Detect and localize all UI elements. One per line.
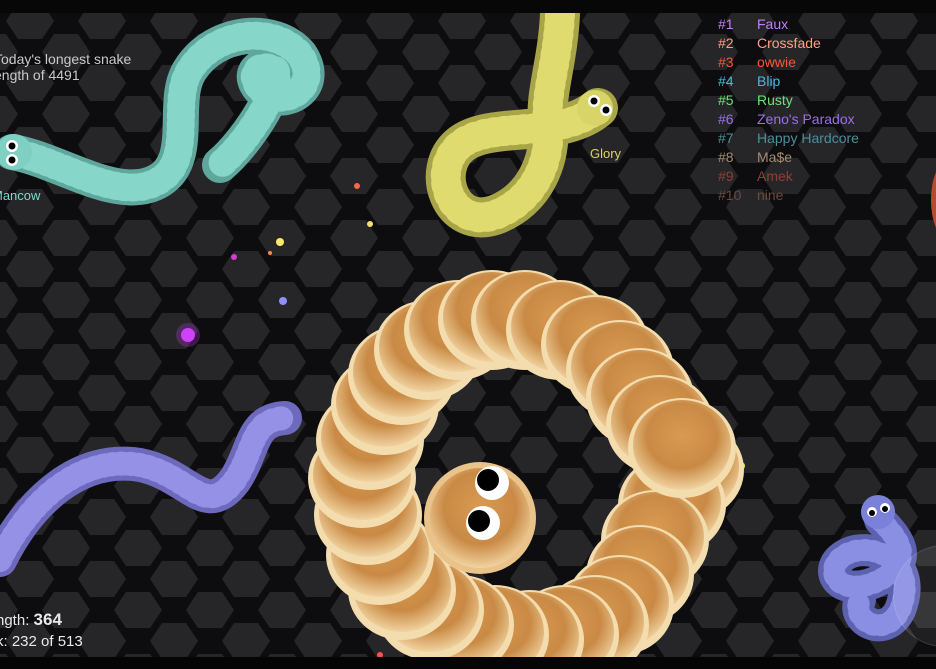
nickname-mancow: Mancow: [0, 188, 41, 203]
food-orb: [276, 238, 284, 246]
leaderboard-row: #6 Zeno's Paradox: [718, 110, 859, 129]
leaderboard-rank: #4: [718, 73, 734, 89]
leaderboard-row: #2 Crossfade: [718, 34, 859, 53]
leaderboard-row: #10 nine: [718, 186, 859, 205]
leaderboard-rank: #6: [718, 111, 734, 127]
leaderboard-rank: #7: [718, 130, 734, 146]
game-viewport[interactable]: Today's longest snake ength of 4491 #1 Fa…: [0, 0, 936, 669]
rank-label: k:: [0, 633, 8, 650]
leaderboard-player-name: nine: [757, 187, 784, 203]
leaderboard-player-name: Amek: [757, 168, 793, 184]
leaderboard-rank: #10: [718, 187, 742, 203]
leaderboard-rank: #3: [718, 54, 734, 70]
leaderboard-player-name: Faux: [757, 16, 789, 32]
longest-snake-line-1: Today's longest snake: [0, 51, 132, 67]
length-value: 364: [33, 610, 62, 629]
leaderboard-rank: #2: [718, 35, 734, 51]
snake-head: [861, 495, 895, 529]
leaderboard-row: #3 owwie: [718, 53, 859, 72]
food-orb: [231, 254, 237, 260]
bottom-edge: [0, 657, 936, 669]
leaderboard-player-name: Happy Hardcore: [757, 130, 859, 146]
leaderboard-player-name: Crossfade: [757, 35, 821, 51]
leaderboard-row: #5 Rusty: [718, 91, 859, 110]
longest-snake-notice: Today's longest snake ength of 4491: [0, 51, 131, 83]
food-orb: [279, 297, 287, 305]
leaderboard-row: #8 Ma$e: [718, 148, 859, 167]
leaderboard-rank: #1: [718, 16, 734, 32]
food-orb: [354, 183, 360, 189]
leaderboard-row: #4 Blip: [718, 72, 859, 91]
leaderboard-player-name: Rusty: [757, 92, 793, 108]
food-orb-glow: [176, 323, 200, 347]
rank-value: 232 of 513: [11, 633, 83, 650]
leaderboard-player-name: Blip: [757, 73, 781, 89]
pancake-segment: [628, 398, 736, 498]
leaderboard-rank: #5: [718, 92, 734, 108]
leaderboard: #1 Faux #2 Crossfade #3 owwie #4 Blip #5 Rusty #6 Z…: [718, 15, 859, 205]
food-orb: [367, 221, 373, 227]
player-stats: ngth: 364 k: 232 of 513: [0, 609, 83, 652]
leaderboard-player-name: Zeno's Paradox: [757, 111, 855, 127]
leaderboard-player-name: owwie: [757, 54, 796, 70]
longest-snake-line-2: ength of 4491: [0, 67, 80, 83]
leaderboard-row: #1 Faux: [718, 15, 859, 34]
leaderboard-player-name: Ma$e: [757, 149, 793, 165]
leaderboard-row: #7 Happy Hardcore: [718, 129, 859, 148]
food-orb: [268, 251, 272, 255]
top-edge: [0, 0, 936, 13]
nickname-glory: Glory: [590, 146, 622, 161]
player-snake-head[interactable]: [424, 462, 536, 574]
length-label: ngth:: [0, 612, 30, 629]
leaderboard-row: #9 Amek: [718, 167, 859, 186]
leaderboard-rank: #8: [718, 149, 734, 165]
leaderboard-rank: #9: [718, 168, 734, 184]
